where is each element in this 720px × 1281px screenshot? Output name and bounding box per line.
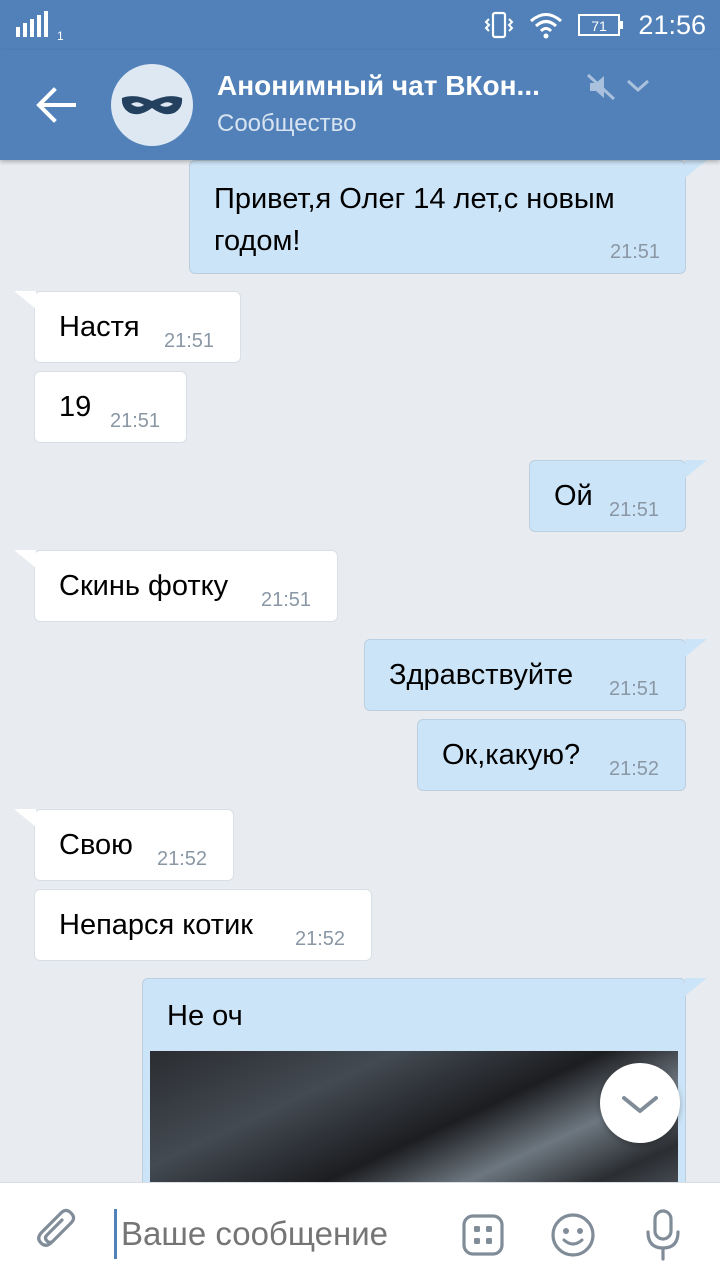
chevron-down-icon (622, 1096, 658, 1113)
message-time: 21:52 (157, 848, 208, 870)
message-time: 21:51 (609, 678, 660, 700)
message-time: 21:51 (110, 410, 161, 432)
emoji-icon[interactable] (550, 1212, 596, 1258)
message-bubble-outgoing[interactable]: Здравствуйте 21:51 (364, 639, 686, 711)
status-bar: 1 71 21:56 (0, 0, 720, 50)
scroll-down-button[interactable] (600, 1063, 680, 1143)
message-list[interactable]: Привет,я Олег 14 лет,с новым годом! 21:5… (0, 160, 720, 1182)
message-time: 21:51 (610, 241, 661, 263)
message-text: 19 (59, 391, 92, 423)
clock: 21:56 (638, 9, 706, 40)
bubble-tail (14, 291, 36, 309)
message-bubble-outgoing[interactable]: Ок,какую? 21:52 (417, 719, 686, 791)
message-text: Ок,какую? (442, 739, 581, 771)
message-text: Свою (59, 829, 133, 861)
message-bubble-outgoing[interactable]: Ой 21:51 (529, 460, 686, 532)
mask-avatar-icon (121, 96, 183, 115)
message-text: Здравствуйте (389, 659, 574, 691)
bubble-tail (685, 639, 707, 657)
message-bubble-incoming[interactable]: Настя 21:51 (34, 291, 241, 363)
bubble-tail (685, 978, 707, 996)
message-time: 21:52 (609, 758, 660, 780)
bubble-tail (14, 550, 36, 568)
message-composer (0, 1182, 720, 1281)
message-bubble-outgoing[interactable]: Привет,я Олег 14 лет,с новым годом! 21:5… (189, 160, 686, 274)
photo-attachment[interactable] (150, 1051, 678, 1182)
message-time: 21:52 (295, 928, 346, 950)
message-text: Ой (554, 480, 593, 512)
message-text: Не оч (167, 1000, 243, 1032)
microphone-icon[interactable] (643, 1208, 683, 1262)
muted-speaker-icon[interactable] (586, 72, 618, 102)
bubble-tail (685, 160, 707, 178)
avatar[interactable] (111, 64, 193, 146)
chevron-down-icon[interactable] (626, 78, 650, 94)
chat-header: Анонимный чат ВКон... Сообщество (0, 50, 720, 160)
message-input[interactable] (114, 1209, 451, 1259)
message-text: годом! (214, 225, 301, 257)
wifi-icon (530, 13, 563, 39)
message-time: 21:51 (164, 330, 215, 352)
vibrate-icon (485, 11, 514, 39)
chat-subtitle: Сообщество (217, 110, 357, 137)
battery-icon: 71 (578, 14, 624, 36)
message-bubble-incoming[interactable]: Свою 21:52 (34, 809, 234, 881)
signal-icon: 1 (16, 11, 64, 41)
battery-level: 71 (592, 18, 608, 34)
chat-title[interactable]: Анонимный чат ВКон... (217, 70, 562, 102)
bubble-tail (685, 460, 707, 478)
back-arrow-icon[interactable] (34, 85, 78, 125)
message-bubble-incoming[interactable]: Скинь фотку 21:51 (34, 550, 338, 622)
message-time: 21:51 (261, 589, 312, 611)
message-bubble-incoming[interactable]: 19 21:51 (34, 371, 187, 443)
message-text: Непарся котик (59, 909, 253, 941)
message-text: Привет,я Олег 14 лет,с новым (214, 183, 615, 215)
message-bubble-incoming[interactable]: Непарся котик 21:52 (34, 889, 372, 961)
message-text: Скинь фотку (59, 570, 229, 602)
bubble-tail (14, 809, 36, 827)
signal-sim-label: 1 (57, 29, 64, 41)
message-time: 21:51 (609, 499, 660, 521)
message-text: Настя (59, 311, 140, 343)
attach-icon[interactable] (36, 1207, 80, 1257)
stickers-icon[interactable] (461, 1213, 505, 1257)
